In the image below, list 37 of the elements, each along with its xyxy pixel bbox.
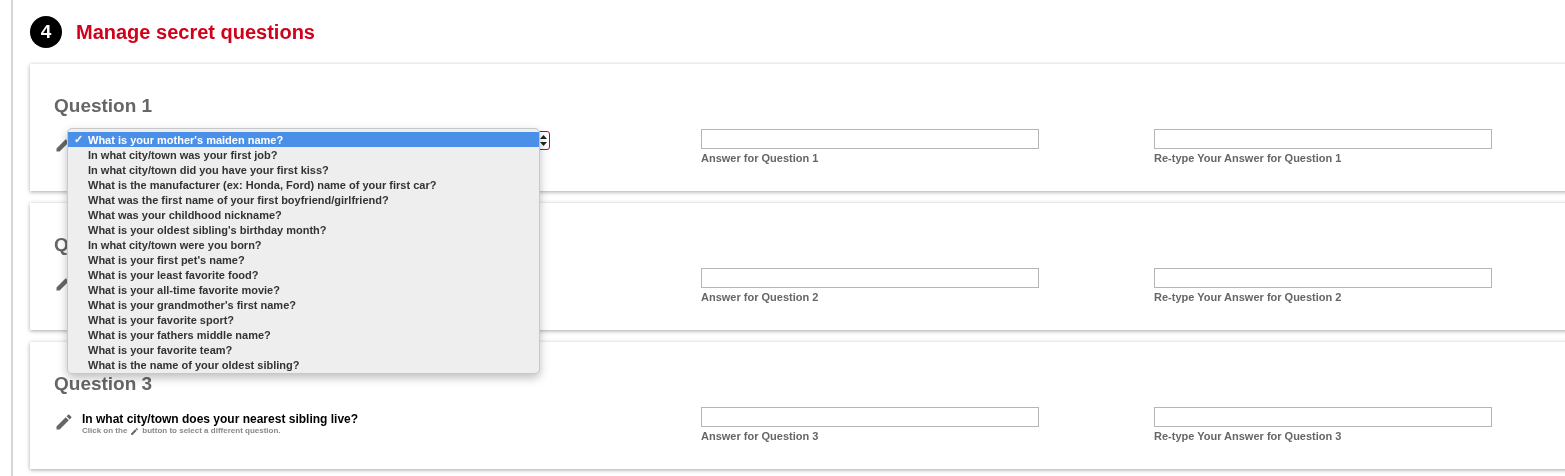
question-title: Question 1 [54, 95, 153, 117]
field-label: Re-type Your Answer for Question 2 [1154, 291, 1343, 303]
dropdown-option[interactable]: What is the manufacturer (ex: Honda, Ford) name of your first car? [68, 177, 539, 192]
step-number: 4 [30, 16, 62, 48]
section-title: Manage secret questions [76, 20, 315, 44]
dropdown-option[interactable]: What is your all-time favorite movie? [68, 282, 539, 297]
question-text: In what city/town does your nearest sibling live? [82, 412, 359, 426]
field-label: Re-type Your Answer for Question 1 [1154, 152, 1343, 164]
dropdown-option[interactable]: In what city/town did you have your first kiss? [68, 162, 539, 177]
retype-answer-field[interactable] [1154, 407, 1492, 427]
question-title: Question 3 [54, 373, 153, 395]
dropdown-option[interactable]: What is the name of your oldest sibling? [68, 357, 539, 372]
hint-text: button to select a different question. [142, 426, 281, 436]
question-title: Q [54, 234, 69, 256]
dropdown-option[interactable]: What was your childhood nickname? [68, 207, 539, 222]
answer-field[interactable] [701, 407, 1039, 427]
dropdown-option[interactable]: In what city/town was your first job? [68, 147, 539, 162]
retype-answer-field[interactable] [1154, 268, 1492, 288]
dropdown-option[interactable]: In what city/town were you born? [68, 237, 539, 252]
pencil-icon[interactable] [130, 426, 140, 436]
field-label: Answer for Question 2 [701, 291, 820, 303]
dropdown-option[interactable]: What is your first pet's name? [68, 252, 539, 267]
hint-text: Click on the [82, 426, 128, 436]
retype-answer-field[interactable] [1154, 129, 1492, 149]
dropdown-option[interactable]: What is your favorite sport? [68, 312, 539, 327]
dropdown-option[interactable]: What is your fathers middle name? [68, 327, 539, 342]
field-label: Answer for Question 1 [701, 152, 820, 164]
dropdown-option[interactable]: What is your least favorite food? [68, 267, 539, 282]
pencil-icon[interactable] [54, 412, 74, 432]
dropdown-option[interactable]: What was the first name of your first boyfriend/girlfriend? [68, 192, 539, 207]
dropdown-option[interactable]: What is your favorite team? [68, 342, 539, 357]
dropdown-option[interactable]: What is your grandmother's first name? [68, 297, 539, 312]
dropdown-option[interactable]: What is your oldest sibling's birthday month? [68, 222, 539, 237]
answer-field[interactable] [701, 268, 1039, 288]
field-label: Re-type Your Answer for Question 3 [1154, 430, 1343, 442]
field-label: Answer for Question 3 [701, 430, 820, 442]
answer-field[interactable] [701, 129, 1039, 149]
